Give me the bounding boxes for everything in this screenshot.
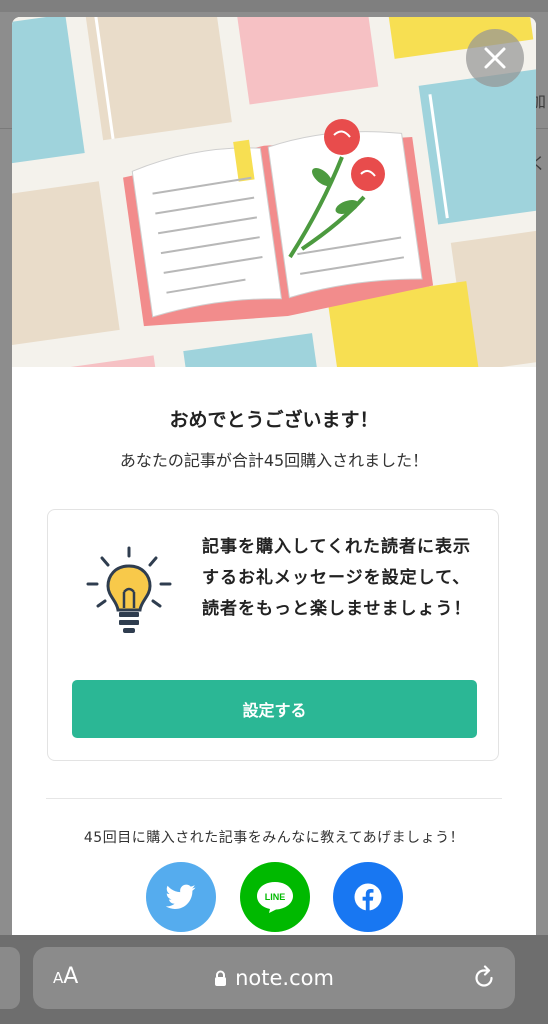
background-top-strip — [0, 0, 548, 12]
hero-illustration — [12, 17, 536, 367]
browser-toolbar: AA note.com — [0, 935, 548, 1024]
url-display: note.com — [33, 947, 515, 1009]
divider — [46, 798, 502, 799]
address-bar[interactable]: AA note.com — [33, 947, 515, 1009]
share-twitter-button[interactable] — [146, 862, 216, 932]
modal-title: おめでとうございます！ — [169, 409, 379, 431]
url-text: note.com — [235, 966, 334, 990]
books-illustration — [12, 17, 536, 367]
purchase-congrats-modal: おめでとうございます！ あなたの記事が合計45回購入されました！ 記事を購入して… — [12, 17, 536, 935]
twitter-bird-icon — [166, 884, 196, 909]
close-icon — [484, 47, 506, 69]
lightbulb-icon — [86, 546, 172, 633]
previous-tab-edge[interactable] — [0, 947, 20, 1009]
share-facebook-button[interactable] — [333, 862, 403, 932]
thank-you-message-text: 記事を購入してくれた読者に表示するお礼メッセージを設定して、読者をもっと楽しませ… — [202, 537, 472, 619]
share-prompt: 45回目に購入された記事をみんなに教えてあげましょう！ — [83, 830, 465, 846]
line-icon-label: LINE — [265, 892, 286, 902]
lock-icon — [215, 970, 227, 986]
configure-button[interactable]: 設定する — [72, 680, 477, 738]
line-icon: LINE — [257, 882, 293, 913]
share-line-button[interactable]: LINE — [240, 862, 310, 932]
modal-subtitle: あなたの記事が合計45回購入されました！ — [119, 451, 429, 470]
facebook-f-icon — [354, 883, 382, 911]
reload-icon[interactable] — [471, 965, 497, 991]
thank-you-message-card: 記事を購入してくれた読者に表示するお礼メッセージを設定して、読者をもっと楽しませ… — [47, 509, 499, 761]
close-button[interactable] — [466, 29, 524, 87]
